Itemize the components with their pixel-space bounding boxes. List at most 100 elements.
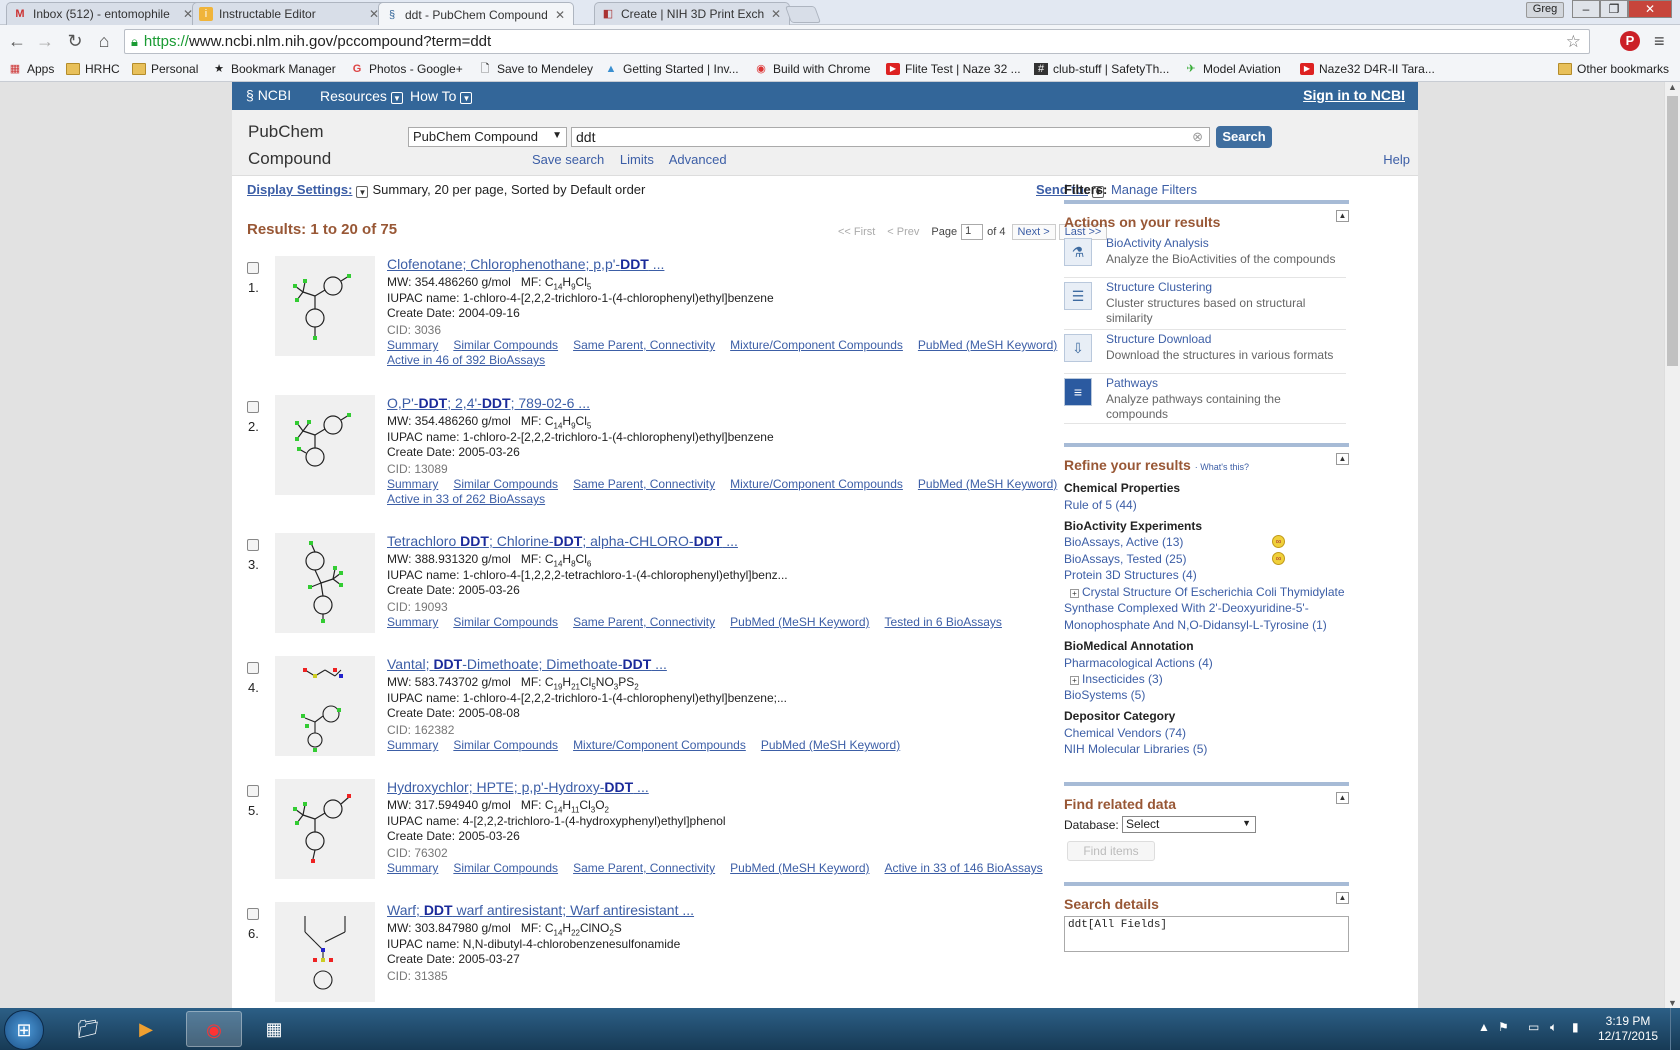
expand-icon[interactable]: +	[1070, 589, 1079, 598]
find-items-button[interactable]: Find items	[1067, 841, 1155, 861]
save-search-link[interactable]: Save search	[532, 152, 604, 167]
resources-menu[interactable]: Resources ▼	[320, 88, 403, 104]
structure-thumbnail[interactable]	[275, 902, 375, 1002]
howto-menu[interactable]: How To ▼	[410, 88, 473, 104]
back-icon[interactable]: ←	[6, 31, 28, 52]
nih-ml-link[interactable]: NIH Molecular Libraries (5)	[1064, 742, 1207, 756]
show-desktop-button[interactable]	[1670, 1008, 1680, 1050]
result-link[interactable]: Similar Compounds	[453, 861, 558, 875]
prev-page-link[interactable]: < Prev	[887, 226, 919, 238]
whats-this-link[interactable]: What's this?	[1200, 462, 1249, 472]
structure-thumbnail[interactable]	[275, 533, 375, 633]
result-checkbox[interactable]	[247, 539, 259, 551]
action-download[interactable]: ⇩ Structure Download Download the struct…	[1064, 332, 1346, 374]
action-bioactivity[interactable]: ⚗ BioActivity Analysis Analyze the BioAc…	[1064, 236, 1346, 278]
advanced-link[interactable]: Advanced	[669, 152, 727, 167]
chrome-taskbar-icon[interactable]: ◉	[186, 1011, 242, 1047]
result-link[interactable]: Same Parent, Connectivity	[573, 477, 715, 491]
bioassays-tested-link[interactable]: BioAssays, Tested (25)	[1064, 552, 1187, 566]
bookmark-model-aviation[interactable]: ✈ Model Aviation	[1184, 62, 1280, 76]
next-page-button[interactable]: Next >	[1011, 224, 1056, 240]
bookmark-apps[interactable]: ▦ Apps	[8, 62, 55, 76]
vertical-scrollbar[interactable]: ▲ ▼	[1664, 82, 1680, 1008]
address-bar[interactable]: 🔒︎ https://www.ncbi.nlm.nih.gov/pccompou…	[124, 29, 1590, 54]
action-clustering[interactable]: ☰ Structure Clustering Cluster structure…	[1064, 280, 1346, 330]
help-link[interactable]: Help	[1383, 152, 1410, 167]
limits-link[interactable]: Limits	[620, 152, 654, 167]
protein-3d-link[interactable]: Protein 3D Structures (4)	[1064, 568, 1197, 582]
result-link[interactable]: Active in 46 of 392 BioAssays	[387, 353, 545, 367]
new-tab-button[interactable]	[784, 6, 822, 23]
collapse-icon[interactable]: ▲	[1336, 792, 1349, 804]
tab-instructables[interactable]: i Instructable Editor ✕	[192, 2, 388, 25]
bookmark-build-chrome[interactable]: ◉ Build with Chrome	[754, 62, 870, 76]
bookmark-naze32[interactable]: ▶ Naze32 D4R-II Tara...	[1300, 62, 1435, 76]
link-icon[interactable]: ∞	[1272, 552, 1285, 565]
bookmark-photos[interactable]: G Photos - Google+	[350, 62, 463, 76]
ncbi-logo[interactable]: § NCBI	[246, 87, 291, 103]
chrome-menu-icon[interactable]: ≡	[1654, 31, 1665, 52]
clear-icon[interactable]: ⊗	[1192, 129, 1203, 145]
search-button[interactable]: Search	[1216, 126, 1272, 148]
restore-button[interactable]: ❐	[1600, 0, 1628, 18]
result-link[interactable]: Active in 33 of 146 BioAssays	[885, 861, 1043, 875]
scroll-up-icon[interactable]: ▲	[1668, 82, 1677, 92]
result-checkbox[interactable]	[247, 262, 259, 274]
result-link[interactable]: Mixture/Component Compounds	[730, 338, 903, 352]
minimize-button[interactable]: –	[1572, 0, 1600, 18]
result-checkbox[interactable]	[247, 401, 259, 413]
scroll-down-icon[interactable]: ▼	[1668, 998, 1677, 1008]
scrollbar-thumb[interactable]	[1667, 96, 1678, 366]
pinterest-icon[interactable]: P	[1620, 31, 1640, 51]
result-link[interactable]: Summary	[387, 338, 438, 352]
result-link[interactable]: Same Parent, Connectivity	[573, 615, 715, 629]
result-title-link[interactable]: Vantal; DDT-Dimethoate; Dimethoate-DDT .…	[387, 656, 667, 672]
reload-icon[interactable]: ↻	[64, 31, 86, 52]
result-title-link[interactable]: Clofenotane; Chlorophenothane; p,p'-DDT …	[387, 256, 664, 272]
result-link[interactable]: Summary	[387, 861, 438, 875]
bookmark-club-stuff[interactable]: # club-stuff | SafetyTh...	[1034, 62, 1169, 76]
rule-of-5-link[interactable]: Rule of 5 (44)	[1064, 498, 1137, 512]
result-link[interactable]: Similar Compounds	[453, 477, 558, 491]
result-title-link[interactable]: Warf; DDT warf antiresistant; Warf antir…	[387, 902, 694, 918]
bookmark-personal[interactable]: Personal	[132, 62, 198, 76]
result-checkbox[interactable]	[247, 908, 259, 920]
chem-vendors-link[interactable]: Chemical Vendors (74)	[1064, 726, 1186, 740]
flag-icon[interactable]: ⚑	[1498, 1020, 1509, 1034]
network-icon[interactable]: ▮	[1572, 1020, 1579, 1034]
tray-arrow-icon[interactable]: ▲	[1478, 1020, 1490, 1034]
result-link[interactable]: PubMed (MeSH Keyword)	[730, 861, 869, 875]
result-link[interactable]: Similar Compounds	[453, 338, 558, 352]
link-icon[interactable]: ∞	[1272, 535, 1285, 548]
monitor-icon[interactable]: ▭	[1528, 1020, 1539, 1034]
profile-button[interactable]: Greg	[1526, 2, 1564, 18]
chevron-down-icon[interactable]: ▼	[356, 186, 369, 198]
result-title-link[interactable]: Hydroxychlor; HPTE; p,p'-Hydroxy-DDT ...	[387, 779, 649, 795]
sign-in-link[interactable]: Sign in to NCBI	[1303, 87, 1405, 103]
result-checkbox[interactable]	[247, 785, 259, 797]
structure-thumbnail[interactable]	[275, 256, 375, 356]
apps-grid-icon[interactable]: ▦	[246, 1011, 302, 1047]
bioassays-active-link[interactable]: BioAssays, Active (13)	[1064, 535, 1183, 549]
insecticides-link[interactable]: + Insecticides (3)	[1070, 672, 1163, 686]
collapse-icon[interactable]: ▲	[1336, 210, 1349, 222]
forward-icon[interactable]: →	[34, 31, 56, 52]
bookmark-hrhc[interactable]: HRHC	[66, 62, 120, 76]
volume-icon[interactable]: 🔈︎	[1550, 1020, 1557, 1035]
result-link[interactable]: Summary	[387, 615, 438, 629]
first-page-link[interactable]: << First	[838, 226, 875, 238]
result-link[interactable]: PubMed (MeSH Keyword)	[761, 738, 900, 752]
result-link[interactable]: Mixture/Component Compounds	[730, 477, 903, 491]
tab-gmail[interactable]: M Inbox (512) - entomophile ✕	[6, 2, 202, 25]
close-icon[interactable]: ✕	[555, 8, 567, 22]
result-checkbox[interactable]	[247, 662, 259, 674]
close-window-button[interactable]: ✕	[1628, 0, 1672, 18]
system-clock[interactable]: 3:19 PM 12/17/2015	[1598, 1014, 1658, 1044]
result-title-link[interactable]: Tetrachloro DDT; Chlorine-DDT; alpha-CHL…	[387, 533, 738, 549]
result-link[interactable]: Similar Compounds	[453, 738, 558, 752]
bookmark-manager[interactable]: ★ Bookmark Manager	[212, 62, 336, 76]
search-details-box[interactable]: ddt[All Fields]	[1064, 916, 1349, 952]
crystal-line2[interactable]: Synthase Complexed With 2'-Deoxyuridine-…	[1064, 601, 1309, 615]
bookmark-getting-started[interactable]: ▲ Getting Started | Inv...	[604, 62, 739, 76]
media-player-icon[interactable]: ▶	[118, 1011, 174, 1047]
